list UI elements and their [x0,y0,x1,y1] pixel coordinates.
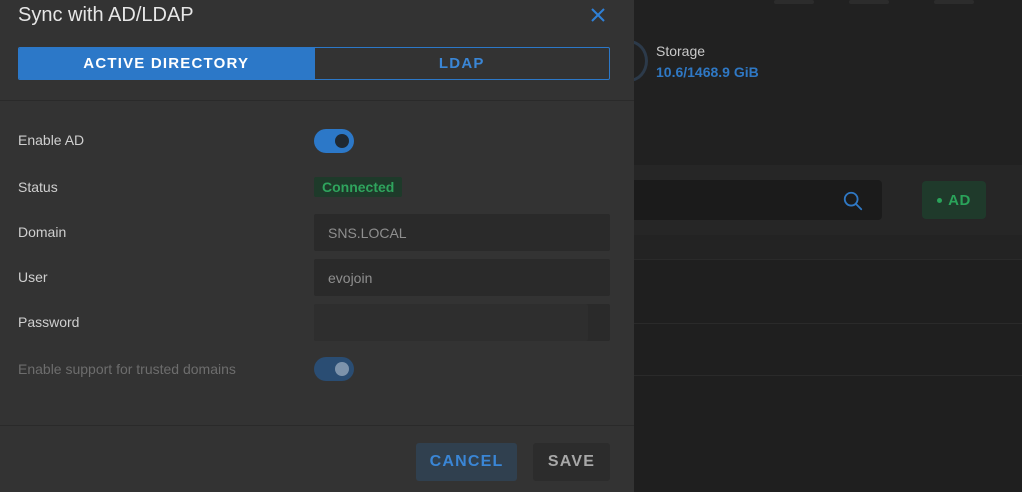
password-field[interactable] [314,304,610,341]
ad-status-chip[interactable]: AD [922,181,986,219]
toggle-knob [335,362,349,376]
cancel-button[interactable]: CANCEL [416,443,517,481]
tab-ldap[interactable]: LDAP [313,48,610,79]
domain-input[interactable] [328,224,610,241]
status-badge: Connected [314,177,403,197]
header-divider [0,100,634,101]
enable-ad-toggle[interactable] [314,129,354,153]
status-dot-icon [937,197,943,203]
password-input[interactable] [328,314,610,331]
sync-dialog: Sync with AD/LDAP ACTIVE DIRECTORY LDAP … [0,0,634,492]
background-hint [934,0,974,4]
toggle-knob [335,134,349,148]
search-icon[interactable] [842,190,864,212]
tab-active-directory[interactable]: ACTIVE DIRECTORY [19,48,314,79]
user-field[interactable] [314,259,610,296]
domain-label: Domain [18,224,67,240]
enable-ad-label: Enable AD [18,132,85,148]
save-button[interactable]: SAVE [533,443,610,481]
footer-divider [0,425,634,426]
trusted-domains-toggle[interactable] [314,357,354,381]
close-button[interactable] [588,5,608,25]
background-hint [849,0,889,4]
user-label: User [18,269,48,285]
dialog-title: Sync with AD/LDAP [18,4,194,26]
storage-label: Storage [656,43,706,59]
background-table-header [634,235,1022,259]
close-icon [591,8,605,22]
password-label: Password [18,314,80,330]
domain-field[interactable] [314,214,610,251]
background-divider [634,323,1022,324]
directory-type-tabs: ACTIVE DIRECTORY LDAP [18,47,610,80]
background-divider [634,259,1022,260]
user-input[interactable] [328,269,610,286]
background-hint [774,0,814,4]
storage-value: 10.6/1468.9 GiB [656,64,759,80]
status-label: Status [18,179,58,195]
background-divider [634,375,1022,376]
background-header-panel [634,0,1022,165]
trusted-domains-label: Enable support for trusted domains [18,361,236,377]
ad-chip-label: AD [948,191,971,209]
